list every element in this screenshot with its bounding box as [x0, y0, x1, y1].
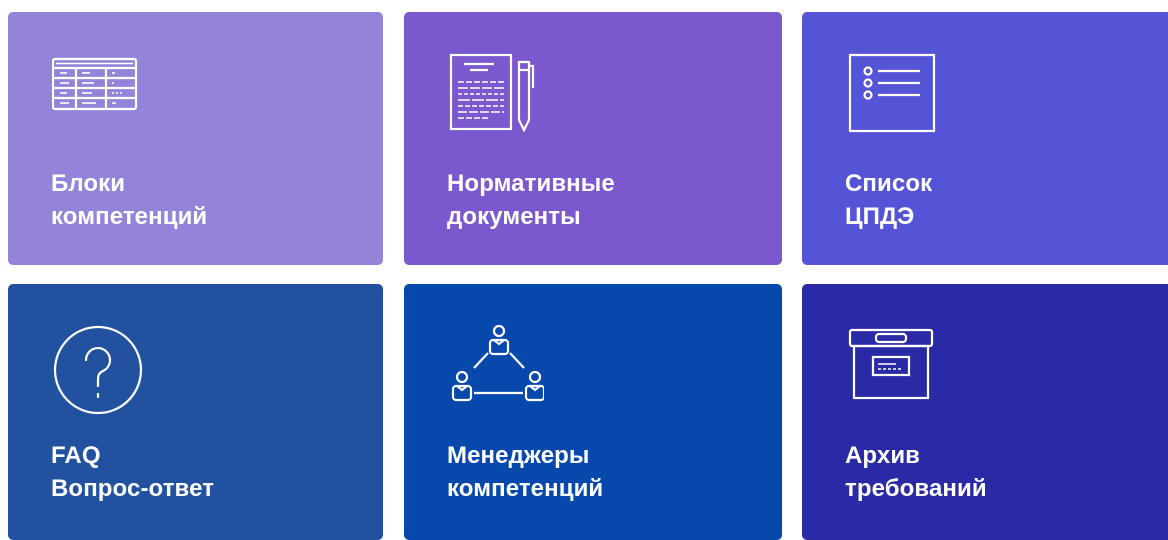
tile-title-line: Менеджеры	[447, 442, 590, 469]
tile-requirements-archive[interactable]: Архив требований	[802, 284, 1168, 540]
tile-competency-blocks[interactable]: Блоки компетенций	[8, 12, 383, 265]
question-circle-icon	[52, 324, 148, 415]
tile-title: Нормативные документы	[447, 167, 615, 233]
tile-faq[interactable]: FAQ Вопрос-ответ	[8, 284, 383, 540]
tile-title: Блоки компетенций	[51, 167, 207, 233]
table-icon	[52, 52, 148, 142]
document-pen-icon	[448, 52, 544, 142]
tile-title-line: Вопрос-ответ	[51, 475, 215, 502]
tile-title-line: требований	[845, 475, 987, 502]
tile-title-line: Блоки	[51, 170, 126, 197]
tiles-grid: Блоки компетенций Нормативные документы …	[0, 0, 1168, 540]
tile-title-line: компетенций	[51, 203, 208, 230]
tile-title-line: FAQ	[51, 442, 101, 469]
tile-title: FAQ Вопрос-ответ	[51, 439, 214, 505]
tile-title: Менеджеры компетенций	[447, 439, 603, 505]
tile-regulatory-documents[interactable]: Нормативные документы	[404, 12, 782, 265]
tile-title-line: документы	[447, 203, 581, 230]
tile-competency-managers[interactable]: Менеджеры компетенций	[404, 284, 782, 540]
tile-cpde-list[interactable]: Список ЦПДЭ	[802, 12, 1168, 265]
archive-box-icon	[846, 324, 942, 414]
people-network-icon	[448, 324, 544, 414]
tile-title-line: компетенций	[447, 475, 604, 502]
tile-title-line: Список	[845, 170, 933, 197]
tile-title-line: Архив	[845, 442, 921, 469]
checklist-icon	[846, 52, 942, 142]
tile-title: Архив требований	[845, 439, 987, 505]
tile-title-line: ЦПДЭ	[845, 203, 915, 230]
tile-title: Список ЦПДЭ	[845, 167, 932, 233]
tile-title-line: Нормативные	[447, 170, 615, 197]
